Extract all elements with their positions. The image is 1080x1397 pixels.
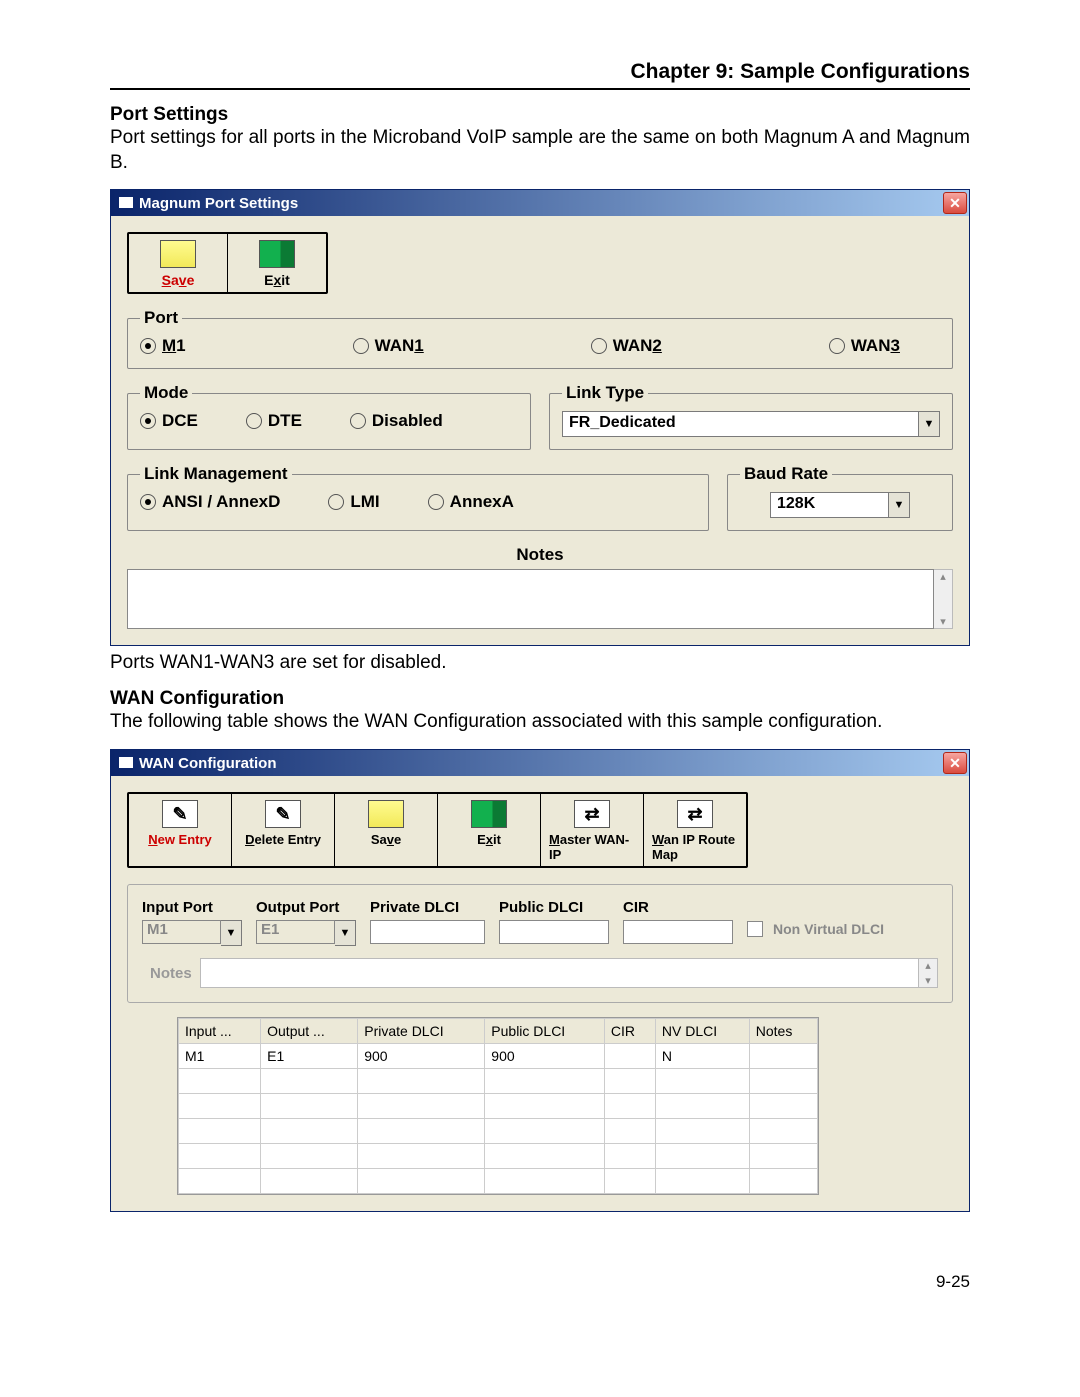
- baud-fieldset: Baud Rate 128K ▼: [727, 464, 953, 531]
- wan-notes-label: Notes: [142, 958, 200, 988]
- linktype-combo[interactable]: FR_Dedicated ▼: [562, 411, 940, 437]
- wan-form-panel: Input Port M1 ▼ Output Port E1 ▼: [127, 884, 953, 1003]
- baud-value: 128K: [770, 492, 889, 518]
- radio-disabled[interactable]: Disabled: [350, 411, 443, 431]
- col-header[interactable]: Output ...: [261, 1019, 358, 1044]
- baud-legend: Baud Rate: [740, 464, 832, 484]
- save-icon: [160, 240, 196, 268]
- wan-notes-input[interactable]: [200, 958, 919, 988]
- linktype-fieldset: Link Type FR_Dedicated ▼: [549, 383, 953, 450]
- radio-m1[interactable]: M1: [140, 336, 186, 356]
- col-header[interactable]: NV DLCI: [655, 1019, 749, 1044]
- radio-ansiannexd[interactable]: ANSI / AnnexD: [140, 492, 280, 512]
- scrollbar[interactable]: ▴▾: [919, 958, 938, 988]
- scrollbar[interactable]: ▴▾: [934, 569, 953, 629]
- port-dialog-title: Magnum Port Settings: [139, 195, 298, 212]
- input-port-value: M1: [142, 920, 221, 944]
- radio-wan1[interactable]: WAN1: [353, 336, 424, 356]
- output-port-label: Output Port: [256, 899, 356, 916]
- radio-dce[interactable]: DCE: [140, 411, 198, 431]
- output-port-combo[interactable]: E1 ▼: [256, 920, 356, 946]
- radio-lmi[interactable]: LMI: [328, 492, 379, 512]
- col-header[interactable]: Input ...: [179, 1019, 261, 1044]
- close-icon[interactable]: ✕: [943, 752, 967, 774]
- radio-wan2[interactable]: WAN2: [591, 336, 662, 356]
- new-entry-button[interactable]: ✎New Entry: [129, 794, 232, 866]
- tool-icon: ✎: [162, 800, 198, 828]
- radio-dte[interactable]: DTE: [246, 411, 302, 431]
- linktype-value: FR_Dedicated: [562, 411, 919, 437]
- rule: [110, 88, 970, 90]
- port-toolbar: Save Exit: [127, 232, 328, 294]
- radio-annexa[interactable]: AnnexA: [428, 492, 514, 512]
- port-settings-dialog: Magnum Port Settings ✕ Save Exit Port M1…: [110, 189, 970, 646]
- wan-dialog-titlebar[interactable]: WAN Configuration ✕: [111, 750, 969, 776]
- port-fieldset: Port M1 WAN1 WAN2 WAN3: [127, 308, 953, 369]
- col-header[interactable]: Notes: [749, 1019, 817, 1044]
- public-dlci-input[interactable]: [499, 920, 609, 944]
- exit-icon: [259, 240, 295, 268]
- window-icon: [117, 197, 133, 210]
- close-icon[interactable]: ✕: [943, 192, 967, 214]
- wan-dialog-title: WAN Configuration: [139, 755, 276, 772]
- tool-icon: ⇄: [574, 800, 610, 828]
- col-header[interactable]: Private DLCI: [358, 1019, 485, 1044]
- table-row[interactable]: [179, 1094, 818, 1119]
- cir-label: CIR: [623, 899, 733, 916]
- page-number: 9-25: [110, 1272, 970, 1292]
- delete-entry-button[interactable]: ✎Delete Entry: [232, 794, 335, 866]
- chapter-title: Chapter 9: Sample Configurations: [110, 60, 970, 84]
- tool-icon: ✎: [265, 800, 301, 828]
- col-header[interactable]: CIR: [604, 1019, 655, 1044]
- table-row[interactable]: M1E1900900N: [179, 1044, 818, 1069]
- linkmgmt-legend: Link Management: [140, 464, 292, 484]
- table-row[interactable]: [179, 1144, 818, 1169]
- table-row[interactable]: [179, 1069, 818, 1094]
- baud-combo[interactable]: 128K ▼: [770, 492, 910, 518]
- chevron-down-icon[interactable]: ▼: [335, 920, 356, 946]
- wan-ip-route-map-button[interactable]: ⇄Wan IP Route Map: [644, 794, 746, 866]
- linkmgmt-fieldset: Link Management ANSI / AnnexD LMI AnnexA: [127, 464, 709, 531]
- radio-wan3[interactable]: WAN3: [829, 336, 900, 356]
- port-dialog-titlebar[interactable]: Magnum Port Settings ✕: [111, 190, 969, 216]
- linktype-legend: Link Type: [562, 383, 648, 403]
- table-row[interactable]: [179, 1119, 818, 1144]
- section-wan-text: The following table shows the WAN Config…: [110, 710, 970, 735]
- exit-button[interactable]: Exit: [228, 234, 326, 292]
- chevron-down-icon[interactable]: ▼: [221, 920, 242, 946]
- section-port-settings-heading: Port Settings: [110, 104, 970, 126]
- chevron-down-icon[interactable]: ▼: [919, 411, 940, 437]
- public-dlci-label: Public DLCI: [499, 899, 609, 916]
- port-legend: Port: [140, 308, 182, 328]
- notes-textarea[interactable]: [127, 569, 934, 629]
- tool-icon: [471, 800, 507, 828]
- nonvirtual-dlci-checkbox[interactable]: Non Virtual DLCI: [747, 921, 884, 937]
- chevron-down-icon[interactable]: ▼: [889, 492, 910, 518]
- tool-icon: ⇄: [677, 800, 713, 828]
- window-icon: [117, 757, 133, 770]
- output-port-value: E1: [256, 920, 335, 944]
- input-port-label: Input Port: [142, 899, 242, 916]
- wan-config-dialog: WAN Configuration ✕ ✎New Entry✎Delete En…: [110, 749, 970, 1212]
- cir-input[interactable]: [623, 920, 733, 944]
- section-port-settings-text: Port settings for all ports in the Micro…: [110, 126, 970, 175]
- wan-table[interactable]: Input ...Output ...Private DLCIPublic DL…: [177, 1017, 819, 1195]
- notes-label: Notes: [127, 545, 953, 565]
- save-button[interactable]: Save: [335, 794, 438, 866]
- master-wan-ip-button[interactable]: ⇄Master WAN-IP: [541, 794, 644, 866]
- section-wan-heading: WAN Configuration: [110, 688, 970, 710]
- wan-toolbar: ✎New Entry✎Delete EntrySaveExit⇄Master W…: [127, 792, 748, 868]
- save-button[interactable]: Save: [129, 234, 228, 292]
- tool-icon: [368, 800, 404, 828]
- mode-fieldset: Mode DCE DTE Disabled: [127, 383, 531, 450]
- col-header[interactable]: Public DLCI: [485, 1019, 605, 1044]
- input-port-combo[interactable]: M1 ▼: [142, 920, 242, 946]
- private-dlci-input[interactable]: [370, 920, 485, 944]
- exit-button[interactable]: Exit: [438, 794, 541, 866]
- private-dlci-label: Private DLCI: [370, 899, 485, 916]
- mode-legend: Mode: [140, 383, 192, 403]
- table-row[interactable]: [179, 1169, 818, 1194]
- port-caption: Ports WAN1-WAN3 are set for disabled.: [110, 652, 970, 674]
